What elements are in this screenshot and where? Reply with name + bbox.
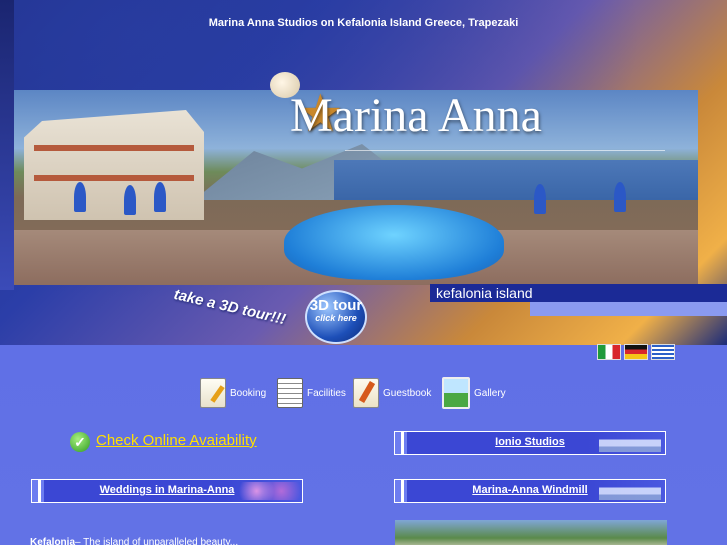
italian-flag-icon[interactable]: [597, 344, 621, 360]
tour-prompt: take a 3D tour!!!: [172, 286, 288, 329]
booking-icon: [200, 378, 226, 408]
tour-badge-sublabel: click here: [315, 313, 357, 323]
logo-text: Marina Anna: [290, 89, 542, 142]
sea-shape: [334, 160, 698, 200]
tour-badge-label: 3D tour: [309, 297, 363, 314]
check-availability-link[interactable]: Check Online Avaiability: [96, 432, 257, 449]
3d-tour-button[interactable]: 3D tour click here: [305, 290, 367, 344]
link-label: Marina-Anna Windmill: [472, 484, 588, 496]
balcony-row: [34, 145, 194, 151]
banner-left-strip: [0, 0, 14, 290]
umbrella-icon: [154, 182, 166, 212]
weddings-link[interactable]: Weddings in Marina-Anna: [31, 479, 303, 503]
region-label: kefalonia island: [436, 285, 533, 301]
facilities-icon: [277, 378, 303, 408]
ionio-studios-link[interactable]: Ionio Studios: [394, 431, 666, 455]
balcony-row: [34, 175, 194, 181]
hotel-building: [24, 110, 204, 220]
menu-item-guestbook[interactable]: Guestbook: [353, 378, 431, 408]
menu-label: Guestbook: [383, 387, 432, 399]
intro-paragraph: Kefalonia– The island of unparalleled be…: [30, 537, 238, 545]
umbrella-icon: [534, 184, 546, 214]
page: Marina Anna Studios on Kefalonia Island …: [0, 0, 727, 545]
site-title: Marina Anna Studios on Kefalonia Island …: [208, 17, 519, 29]
gallery-icon: [442, 377, 470, 409]
menu-item-gallery[interactable]: Gallery: [442, 377, 506, 409]
german-flag-icon[interactable]: [624, 344, 648, 360]
intro-text: – The island of unparalleled beauty...: [75, 537, 239, 545]
logo-underline: [345, 150, 665, 151]
menu-label: Gallery: [474, 387, 506, 399]
region-under-bar: [530, 302, 727, 316]
link-label: Ionio Studios: [495, 436, 565, 448]
intro-heading: Kefalonia: [30, 537, 76, 545]
umbrella-icon: [74, 182, 86, 212]
umbrella-icon: [614, 182, 626, 212]
menu-label: Facilities: [307, 387, 346, 399]
resort-photo-thumbnail: [395, 520, 667, 545]
swimming-pool: [284, 205, 504, 280]
menu-item-facilities[interactable]: Facilities: [277, 378, 346, 408]
link-label: Weddings in Marina-Anna: [99, 484, 235, 496]
umbrella-icon: [124, 185, 136, 215]
menu-item-booking[interactable]: Booking: [200, 378, 266, 408]
windmill-link[interactable]: Marina-Anna Windmill: [394, 479, 666, 503]
header-banner: Marina Anna Studios on Kefalonia Island …: [0, 0, 727, 345]
greek-flag-icon[interactable]: [651, 344, 675, 360]
checkmark-icon: ✓: [70, 432, 90, 452]
guestbook-icon: [353, 378, 379, 408]
menu-label: Booking: [230, 387, 267, 399]
